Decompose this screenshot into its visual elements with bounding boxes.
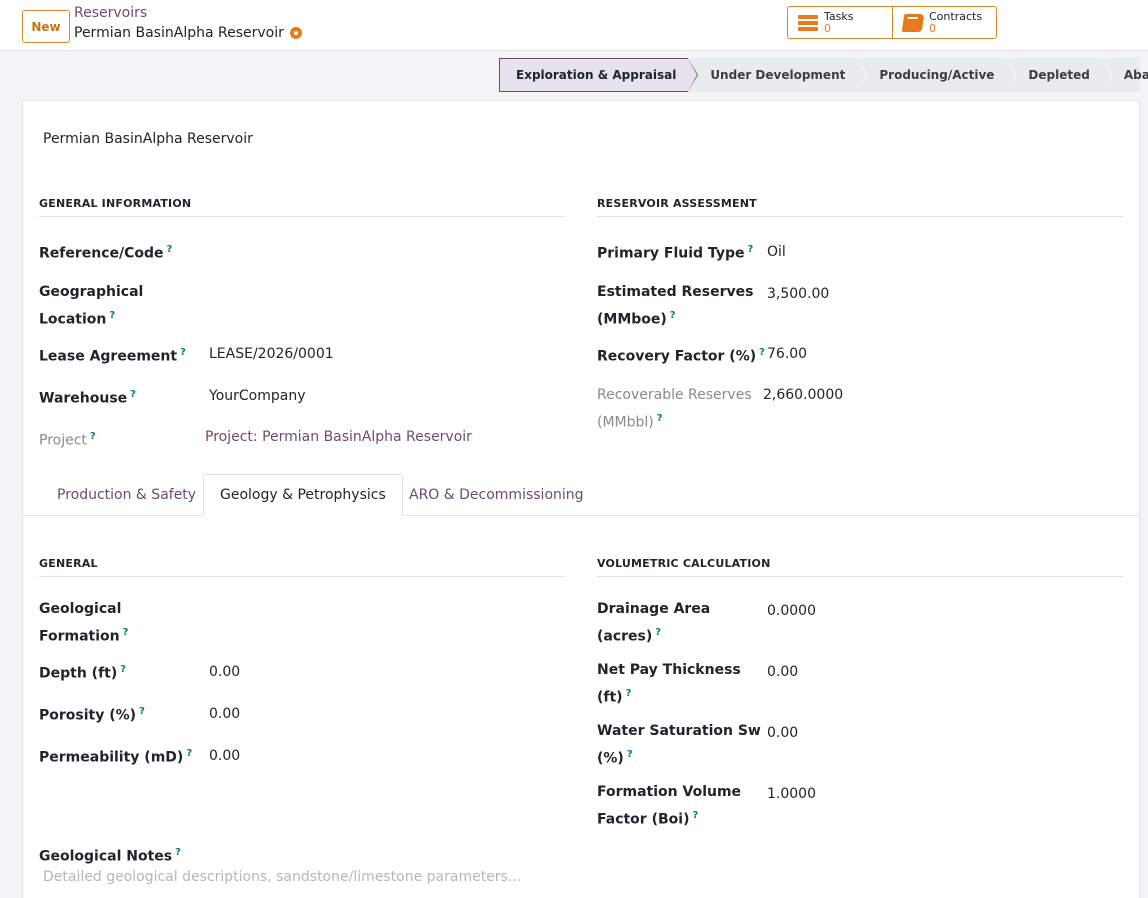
permeability-input[interactable]: 0.00 [209,744,240,768]
permeability-label: Permeability (mD)? [39,748,193,766]
tasks-label: Tasks [824,9,854,23]
net-pay-label: Net Pay Thickness (ft)? [597,662,741,706]
porosity-label: Porosity (%)? [39,706,145,724]
depth-label: Depth (ft)? [39,664,127,682]
general-information-title: GENERAL INFORMATION [39,197,192,210]
help-icon[interactable]: ? [655,627,661,638]
help-icon[interactable]: ? [90,431,96,442]
porosity-input[interactable]: 0.00 [209,702,240,726]
reference-label: Reference/Code? [39,244,173,262]
fluid-type-label: Primary Fluid Type? [597,244,754,262]
water-saturation-input[interactable]: 0.00 [767,721,798,745]
recoverable-reserves-value: 2,660.0000 [763,387,844,403]
recovery-factor-label: Recovery Factor (%)? [597,347,765,365]
volumetric-calculation-title: VOLUMETRIC CALCULATION [597,557,771,570]
help-icon[interactable]: ? [692,810,698,821]
formation-volume-factor-label: Formation Volume Factor (Boi)? [597,784,742,828]
warehouse-value[interactable]: YourCompany [209,384,306,408]
help-icon[interactable]: ? [120,664,126,675]
help-icon[interactable]: ? [626,688,632,699]
breadcrumb-current-label: Permian BasinAlpha Reservoir [74,25,284,41]
lease-label: Lease Agreement? [39,347,186,365]
warehouse-label: Warehouse? [39,389,136,407]
control-panel: New Reservoirs Permian BasinAlpha Reserv… [0,0,1148,51]
divider [597,216,1123,217]
record-name-field[interactable]: Permian BasinAlpha Reservoir [43,131,253,147]
stage-producing-active[interactable]: Producing/Active [857,58,1017,92]
lease-value[interactable]: LEASE/2026/0001 [209,342,334,366]
breadcrumb-parent-link[interactable]: Reservoirs [74,5,147,21]
contracts-label: Contracts [929,9,983,23]
estimated-reserves-label: Estimated Reserves (MMboe)? [597,284,754,328]
status-bar: Exploration & Appraisal Under Developmen… [499,58,1148,92]
tasks-smart-button[interactable]: Tasks 0 [788,7,892,38]
tasks-icon [798,14,818,32]
recoverable-reserves-label: Recoverable Reserves (MMbbl)? [597,387,752,431]
geological-notes-input[interactable]: Detailed geological descriptions, sandst… [43,869,521,885]
project-label: Project? [39,431,96,449]
drainage-area-input[interactable]: 0.0000 [767,599,816,623]
tab-aro-decommissioning[interactable]: ARO & Decommissioning [393,474,600,516]
help-icon[interactable]: ? [123,627,129,638]
geological-formation-label: Geological Formation? [39,601,129,645]
contracts-count: 0 [929,21,936,35]
help-icon[interactable]: ? [657,413,663,424]
help-icon[interactable]: ? [186,748,192,759]
fluid-type-select[interactable]: Oil [767,240,786,264]
stage-under-development[interactable]: Under Development [688,58,868,92]
geological-notes-label: Geological Notes? [39,847,181,865]
geological-formation-input[interactable] [209,597,539,621]
project-link[interactable]: Project: Permian BasinAlpha Reservoir [205,425,472,449]
breadcrumb-current: Permian BasinAlpha Reservoir [74,25,302,41]
depth-input[interactable]: 0.00 [209,660,240,684]
drainage-area-label: Drainage Area (acres)? [597,601,711,645]
divider [39,216,565,217]
form-sheet: Permian BasinAlpha Reservoir GENERAL INF… [22,100,1140,898]
stage-depleted[interactable]: Depleted [1006,58,1113,92]
divider [39,576,565,577]
geo-location-label: Geographical Location? [39,284,144,328]
help-icon[interactable]: ? [759,347,765,358]
help-icon[interactable]: ? [747,244,753,255]
net-pay-input[interactable]: 0.00 [767,660,798,684]
stage-exploration-appraisal[interactable]: Exploration & Appraisal [499,58,699,92]
tab-production-safety[interactable]: Production & Safety [41,474,212,516]
help-icon[interactable]: ? [180,347,186,358]
divider [597,576,1123,577]
tasks-count: 0 [824,21,831,35]
estimated-reserves-input[interactable]: 3,500.00 [767,282,829,306]
smart-buttons: Tasks 0 Contracts 0 [787,6,997,39]
formation-volume-factor-input[interactable]: 1.0000 [767,782,816,806]
reference-input[interactable] [209,238,539,262]
help-icon[interactable]: ? [175,847,181,858]
help-icon[interactable]: ? [130,389,136,400]
new-button[interactable]: New [22,10,70,43]
gear-icon[interactable] [289,27,302,39]
reservoir-assessment-title: RESERVOIR ASSESSMENT [597,197,757,210]
help-icon[interactable]: ? [627,749,633,760]
tab-geology-petrophysics[interactable]: Geology & Petrophysics [203,474,403,516]
help-icon[interactable]: ? [109,310,115,321]
help-icon[interactable]: ? [670,310,676,321]
recovery-factor-input[interactable]: 76.00 [767,342,807,366]
help-icon[interactable]: ? [139,706,145,717]
geology-general-title: GENERAL [39,557,98,570]
contracts-smart-button[interactable]: Contracts 0 [892,7,996,38]
book-icon [901,13,925,32]
water-saturation-label: Water Saturation Sw (%)? [597,723,761,767]
help-icon[interactable]: ? [167,244,173,255]
geo-location-input[interactable] [209,280,539,304]
